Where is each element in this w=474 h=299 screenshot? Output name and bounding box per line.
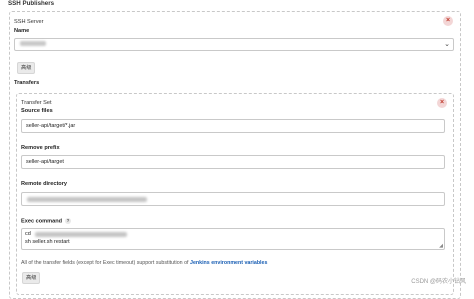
name-label: Name [14, 28, 30, 34]
server-advanced-button[interactable]: 高级 [17, 62, 36, 74]
exec-command-redacted-path [35, 232, 127, 237]
name-select-redacted-value [20, 41, 46, 46]
transfers-label: Transfers [14, 80, 40, 86]
substitution-note-text: All of the transfer fields (except for E… [21, 260, 190, 266]
source-files-label: Source files [21, 108, 53, 114]
remote-directory-label: Remote directory [21, 181, 68, 187]
name-select[interactable]: ⌄ [14, 38, 454, 51]
section-title: SSH Publishers [8, 0, 55, 7]
source-files-input[interactable]: seller-api/target/*.jar [21, 119, 445, 133]
exec-command-line2: sh seller.sh restart [25, 239, 70, 245]
transfer-advanced-button[interactable]: 高级 [22, 272, 41, 284]
remove-transfer-close-icon[interactable]: × [437, 98, 447, 108]
substitution-note: All of the transfer fields (except for E… [21, 260, 267, 266]
exec-command-label-row: Exec command? [21, 218, 72, 225]
resize-handle-icon[interactable]: ◢ [439, 243, 443, 249]
chevron-down-icon: ⌄ [444, 41, 450, 48]
ssh-server-heading: SSH Server [14, 19, 44, 25]
watermark: CSDN @码农小钻风 [411, 279, 466, 285]
source-files-value: seller-api/target/*.jar [26, 123, 76, 129]
remove-prefix-label: Remove prefix [21, 145, 60, 151]
remote-directory-redacted-value [27, 197, 147, 202]
exec-command-line1-prefix: cd [25, 231, 31, 237]
exec-command-label: Exec command [21, 218, 63, 225]
remote-directory-input[interactable] [21, 192, 445, 206]
help-icon[interactable]: ? [65, 218, 72, 224]
jenkins-env-vars-link[interactable]: Jenkins environment variables [190, 260, 267, 266]
remove-server-close-icon[interactable]: × [443, 16, 453, 26]
exec-command-textarea[interactable]: cd sh seller.sh restart ◢ [21, 228, 445, 250]
transfer-set-heading: Transfer Set [21, 100, 52, 106]
remove-prefix-value: seller-api/target [26, 159, 64, 165]
remove-prefix-input[interactable]: seller-api/target [21, 155, 445, 169]
